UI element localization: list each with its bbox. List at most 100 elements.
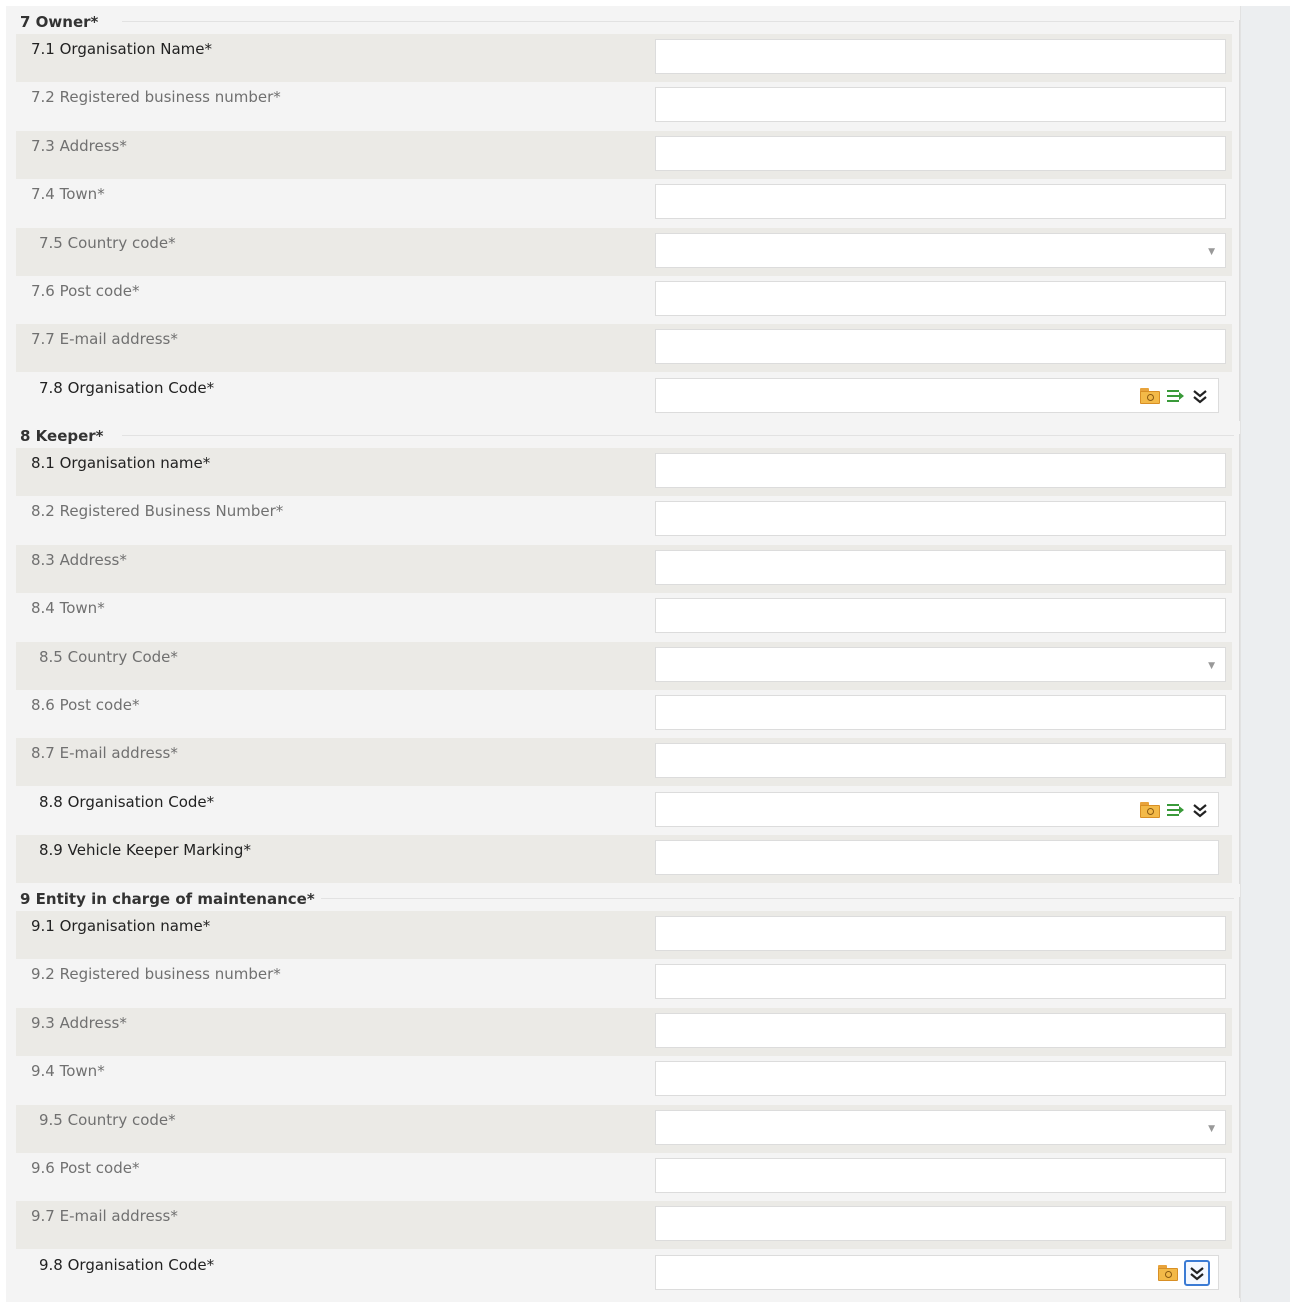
- e-mail-address-field[interactable]: [656, 744, 1225, 778]
- address-input[interactable]: [655, 135, 1226, 171]
- field-label: 8.7 E-mail address*: [31, 744, 178, 763]
- town-field[interactable]: [656, 599, 1225, 633]
- section-divider: [122, 21, 1234, 22]
- list-transfer-icon[interactable]: [1166, 388, 1184, 404]
- form-row-post-code: 7.6 Post code*: [16, 276, 1232, 324]
- lookup-tools: [1140, 799, 1210, 821]
- post-code-input[interactable]: [655, 695, 1226, 730]
- town-field[interactable]: [656, 185, 1225, 219]
- field-label: 7.3 Address*: [31, 136, 127, 155]
- organisation-name-input[interactable]: [655, 453, 1226, 488]
- post-code-input[interactable]: [655, 1158, 1226, 1193]
- form-row-town: 8.4 Town*: [16, 593, 1232, 641]
- registered-business-number-input[interactable]: [655, 501, 1226, 537]
- organisation-name-field[interactable]: [656, 917, 1225, 950]
- organisation-code-field[interactable]: [656, 792, 1218, 826]
- country-code-select[interactable]: ▼: [655, 232, 1226, 268]
- form-row-address: 7.3 Address*: [16, 130, 1232, 179]
- field-label: 8.2 Registered Business Number*: [31, 502, 284, 521]
- form-row-vehicle-keeper-marking: 8.9 Vehicle Keeper Marking*: [16, 835, 1232, 884]
- e-mail-address-input[interactable]: [655, 1206, 1226, 1242]
- country-code-field[interactable]: [656, 1110, 1225, 1144]
- double-chevron-down-icon[interactable]: [1190, 800, 1210, 820]
- form-row-address: 9.3 Address*: [16, 1007, 1232, 1056]
- address-input[interactable]: [655, 549, 1226, 585]
- address-field[interactable]: [656, 1013, 1225, 1047]
- post-code-input[interactable]: [655, 281, 1226, 316]
- registered-business-number-field[interactable]: [656, 965, 1225, 999]
- field-label: 7.7 E-mail address*: [31, 330, 178, 349]
- organisation-name-input[interactable]: [655, 39, 1226, 74]
- field-label: 7.5 Country code*: [39, 233, 176, 252]
- post-code-field[interactable]: [656, 282, 1225, 315]
- field-label: 8.4 Town*: [31, 599, 105, 618]
- section-title-keeper: 8 Keeper*: [20, 427, 110, 445]
- country-code-field[interactable]: [656, 647, 1225, 681]
- form-row-organisation-name: 7.1 Organisation Name*: [16, 34, 1232, 82]
- address-input[interactable]: [655, 1012, 1226, 1048]
- country-code-select[interactable]: ▼: [655, 646, 1226, 682]
- organisation-code-field[interactable]: [656, 378, 1218, 412]
- dropdown-arrow-icon[interactable]: ▼: [1208, 661, 1215, 671]
- form-row-registered-business-number: 7.2 Registered business number*: [16, 82, 1232, 130]
- organisation-name-field[interactable]: [656, 454, 1225, 487]
- form-row-post-code: 8.6 Post code*: [16, 690, 1232, 738]
- e-mail-address-input[interactable]: [655, 329, 1226, 365]
- town-input[interactable]: [655, 1061, 1226, 1097]
- section-title-entity-in-charge-of-maintenance: 9 Entity in charge of maintenance*: [20, 890, 321, 908]
- organisation-code-input[interactable]: [655, 377, 1219, 413]
- organisation-name-field[interactable]: [656, 40, 1225, 73]
- section-divider: [122, 435, 1234, 436]
- folder-search-icon[interactable]: [1140, 387, 1160, 404]
- double-chevron-down-icon[interactable]: [1184, 1259, 1210, 1286]
- vehicle-keeper-marking-input[interactable]: [655, 840, 1219, 876]
- folder-search-icon[interactable]: [1140, 801, 1160, 818]
- field-label: 8.5 Country Code*: [39, 647, 178, 666]
- town-input[interactable]: [655, 184, 1226, 220]
- form-row-e-mail-address: 7.7 E-mail address*: [16, 324, 1232, 373]
- field-label: 9.8 Organisation Code*: [39, 1255, 215, 1274]
- organisation-code-input[interactable]: [655, 1254, 1219, 1290]
- field-label: 9.6 Post code*: [31, 1159, 140, 1177]
- list-transfer-icon[interactable]: [1166, 802, 1184, 818]
- form-row-e-mail-address: 9.7 E-mail address*: [16, 1201, 1232, 1250]
- e-mail-address-input[interactable]: [655, 743, 1226, 779]
- field-label: 7.4 Town*: [31, 185, 105, 204]
- town-input[interactable]: [655, 598, 1226, 634]
- field-label: 9.5 Country code*: [39, 1110, 176, 1129]
- post-code-field[interactable]: [656, 696, 1225, 729]
- form-row-organisation-code: 8.8 Organisation Code*: [16, 787, 1232, 835]
- form-row-country-code: 9.5 Country code* ▼: [16, 1104, 1232, 1153]
- registered-business-number-field[interactable]: [656, 88, 1225, 122]
- organisation-code-input[interactable]: [655, 791, 1219, 827]
- field-label: 7.2 Registered business number*: [31, 88, 281, 107]
- vehicle-keeper-marking-field[interactable]: [656, 841, 1218, 875]
- field-label: 9.4 Town*: [31, 1062, 105, 1081]
- registered-business-number-input[interactable]: [655, 87, 1226, 123]
- field-label: 9.2 Registered business number*: [31, 965, 281, 984]
- address-field[interactable]: [656, 136, 1225, 170]
- form-row-organisation-name: 8.1 Organisation name*: [16, 448, 1232, 496]
- dropdown-arrow-icon[interactable]: ▼: [1208, 1124, 1215, 1134]
- address-field[interactable]: [656, 550, 1225, 584]
- dropdown-arrow-icon[interactable]: ▼: [1208, 247, 1215, 257]
- form-row-post-code: 9.6 Post code*: [16, 1153, 1232, 1201]
- folder-search-icon[interactable]: [1158, 1264, 1178, 1281]
- e-mail-address-field[interactable]: [656, 1207, 1225, 1241]
- organisation-code-field[interactable]: [656, 1255, 1218, 1289]
- field-label: 7.1 Organisation Name*: [31, 40, 212, 58]
- post-code-field[interactable]: [656, 1159, 1225, 1192]
- registered-business-number-field[interactable]: [656, 502, 1225, 536]
- form-row-organisation-code: 9.8 Organisation Code*: [16, 1250, 1232, 1298]
- e-mail-address-field[interactable]: [656, 330, 1225, 364]
- form-row-organisation-code: 7.8 Organisation Code*: [16, 373, 1232, 421]
- country-code-select[interactable]: ▼: [655, 1109, 1226, 1145]
- double-chevron-down-icon[interactable]: [1190, 386, 1210, 406]
- field-label: 7.6 Post code*: [31, 282, 140, 300]
- organisation-name-input[interactable]: [655, 916, 1226, 951]
- town-field[interactable]: [656, 1062, 1225, 1096]
- field-label: 9.1 Organisation name*: [31, 917, 211, 935]
- country-code-field[interactable]: [656, 233, 1225, 267]
- registered-business-number-input[interactable]: [655, 964, 1226, 1000]
- form-row-country-code: 8.5 Country Code* ▼: [16, 641, 1232, 690]
